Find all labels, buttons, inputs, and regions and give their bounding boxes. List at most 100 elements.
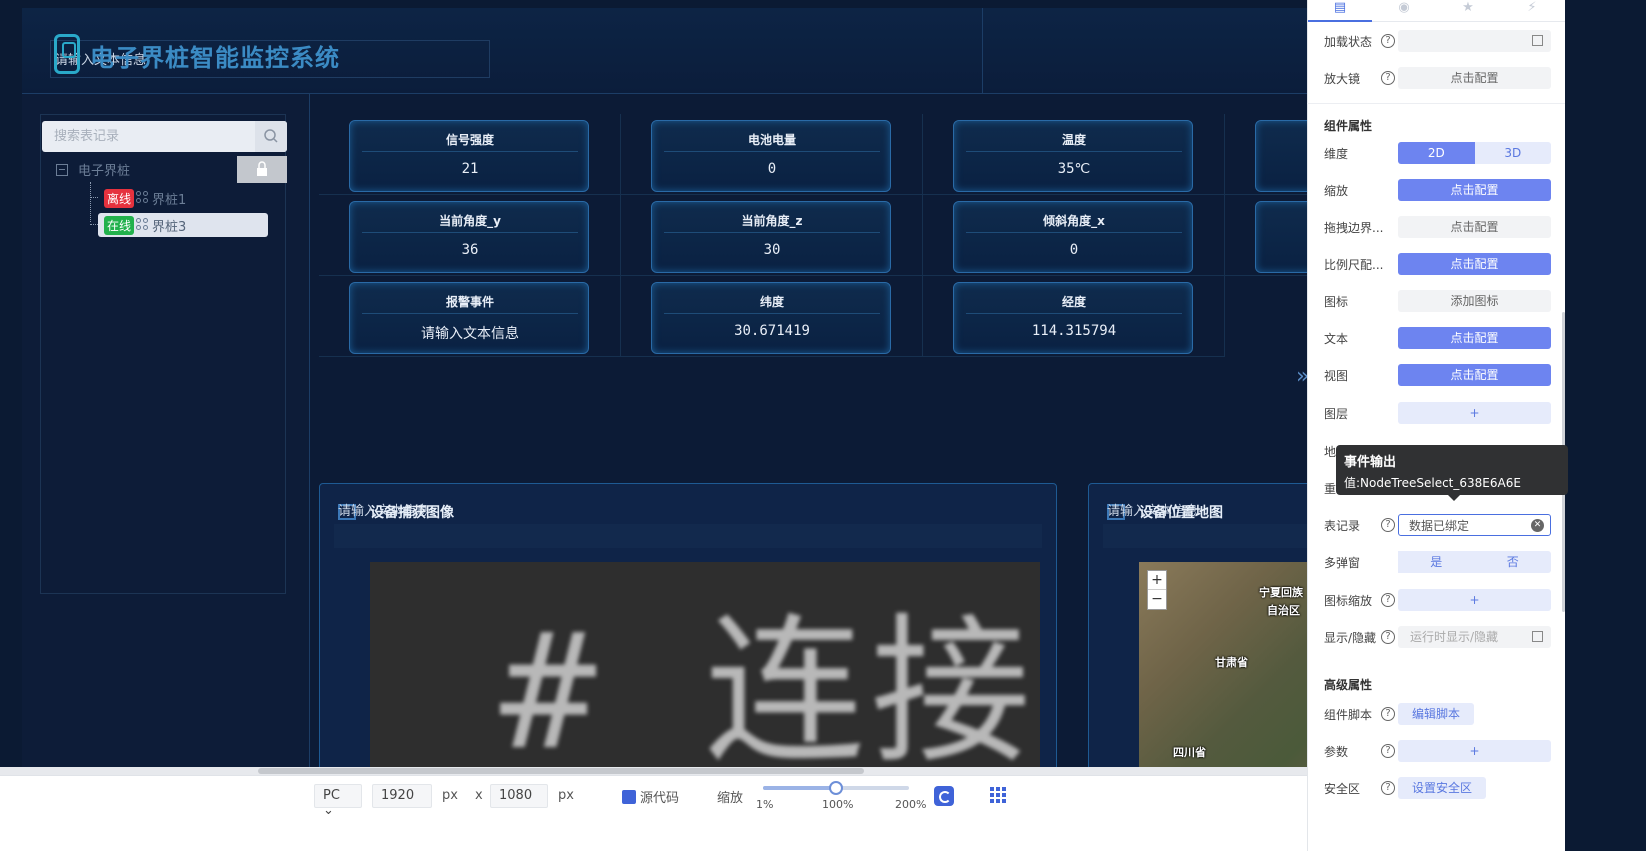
width-unit: px <box>442 788 458 803</box>
tree-item-boundary-3[interactable]: 在线 界桩3 <box>90 213 268 237</box>
help-icon[interactable]: ? <box>1381 71 1395 85</box>
multi-popup-no[interactable]: 否 <box>1474 551 1551 573</box>
tooltip-title: 事件输出 <box>1344 455 1397 470</box>
prop-label: 放大镜 <box>1324 72 1361 86</box>
left-tree-pane: 电子界桩 离线 界桩1 在线 界桩3 <box>22 94 310 808</box>
metric-card[interactable]: 温度 35℃ <box>953 120 1193 192</box>
metric-card[interactable]: 当前角度_z 30 <box>651 201 891 273</box>
metric-value: 30.671419 <box>734 323 810 339</box>
zoom-slider[interactable] <box>763 781 909 795</box>
clear-icon[interactable]: ✕ <box>1531 519 1544 532</box>
help-icon[interactable]: ? <box>1381 744 1395 758</box>
panel-header-bar <box>334 524 1042 548</box>
magnifier-config-button[interactable]: 点击配置 <box>1398 67 1551 89</box>
tab-style[interactable]: ◉ <box>1372 0 1436 22</box>
device-select[interactable]: PC ⌄ <box>314 784 362 818</box>
capture-image-panel: 请输入文本信息 设备捕获图像 # 连接到 <box>319 483 1057 808</box>
metric-cell: 当前角度_y 36 <box>319 195 621 276</box>
prop-safe-zone: 安全区? 设置安全区 <box>1324 777 1552 801</box>
scrollbar-thumb[interactable] <box>258 768 864 774</box>
set-safe-zone-button[interactable]: 设置安全区 <box>1398 777 1486 799</box>
zoom-out-button[interactable]: − <box>1148 590 1166 609</box>
canvas-horizontal-scrollbar[interactable] <box>0 767 1372 775</box>
multi-popup-toggle: 是否 <box>1398 551 1551 573</box>
properties-tabs: ▤ ◉ ★ ⚡ <box>1308 0 1565 22</box>
search-icon <box>264 129 278 143</box>
prop-label: 显示/隐藏 <box>1324 631 1377 645</box>
tree-item-boundary-1[interactable]: 离线 界桩1 <box>90 186 186 210</box>
width-input[interactable]: 1920 <box>372 784 432 808</box>
scale-config-button[interactable]: 点击配置 <box>1398 253 1551 275</box>
record-binding-input[interactable]: 数据已绑定 ✕ <box>1398 514 1551 536</box>
help-icon[interactable]: ? <box>1381 518 1395 532</box>
metric-card[interactable]: 经度 114.315794 <box>953 282 1193 354</box>
zoom-slider-fill <box>763 786 836 790</box>
prop-label: 安全区 <box>1324 782 1361 796</box>
prop-label: 组件脚本 <box>1324 708 1373 722</box>
visibility-input[interactable]: 运行时显示/隐藏 <box>1398 626 1551 648</box>
source-code-button[interactable]: 源代码 <box>622 787 679 806</box>
zoom-in-button[interactable]: + <box>1148 571 1166 590</box>
add-layer-button[interactable]: + <box>1398 402 1551 424</box>
prop-icon-zoom: 图标缩放? + <box>1324 589 1552 613</box>
map-region-label: 自治区 <box>1267 604 1300 617</box>
metric-value: 36 <box>461 242 479 258</box>
metric-label: 温度 <box>1061 133 1086 147</box>
add-param-button[interactable]: + <box>1398 740 1551 762</box>
help-icon[interactable]: ? <box>1381 630 1395 644</box>
tree-root-node[interactable]: 电子界桩 <box>56 160 130 179</box>
drag-boundary-config-button[interactable]: 点击配置 <box>1398 216 1551 238</box>
prop-loading-state: 加载状态? <box>1324 30 1552 54</box>
prop-view: 视图 点击配置 <box>1324 364 1552 388</box>
tab-events[interactable]: ⚡ <box>1500 0 1564 22</box>
metric-cell: 报警事件 请输入文本信息 <box>319 276 621 357</box>
map-region-label: 四川省 <box>1173 746 1206 759</box>
map-zoom-control: + − <box>1147 570 1167 610</box>
add-icon-zoom-button[interactable]: + <box>1398 589 1551 611</box>
zoom-slider-handle[interactable] <box>829 781 843 795</box>
metric-card[interactable]: 报警事件 请输入文本信息 <box>349 282 589 354</box>
prop-label: 图标 <box>1324 295 1349 309</box>
section-advanced-props: 高级属性 <box>1324 678 1373 692</box>
metric-card[interactable]: 纬度 30.671419 <box>651 282 891 354</box>
loading-state-input[interactable] <box>1398 30 1551 52</box>
dimension-3d-option[interactable]: 3D <box>1474 142 1551 164</box>
metric-value: 0 <box>767 161 777 177</box>
lock-button[interactable] <box>237 156 287 183</box>
multi-popup-yes[interactable]: 是 <box>1398 551 1475 573</box>
tree-branch <box>90 197 98 198</box>
help-icon[interactable]: ? <box>1381 781 1395 795</box>
view-config-button[interactable]: 点击配置 <box>1398 364 1551 386</box>
prop-label: 表记录 <box>1324 519 1361 533</box>
prop-label: 比例尺配... <box>1324 258 1384 272</box>
metric-cell: 经度 114.315794 <box>923 276 1225 357</box>
text-config-button[interactable]: 点击配置 <box>1398 327 1551 349</box>
prop-label: 拖拽边界... <box>1324 221 1384 235</box>
metric-label: 当前角度_y <box>439 214 501 228</box>
tab-favorites[interactable]: ★ <box>1436 0 1500 22</box>
metric-card[interactable]: 电池电量 0 <box>651 120 891 192</box>
metric-label: 当前角度_z <box>741 214 803 228</box>
main-dashboard: 信号强度 21 电池电量 0 温度 35℃ 当前角度_y 36 当前角度_z 30 倾斜角… <box>311 94 1372 808</box>
height-input[interactable]: 1080 <box>490 784 548 808</box>
metric-card[interactable]: 当前角度_y 36 <box>349 201 589 273</box>
edit-script-button[interactable]: 编辑脚本 <box>1398 703 1474 725</box>
help-icon[interactable]: ? <box>1381 34 1395 48</box>
metric-label: 报警事件 <box>445 295 494 309</box>
tab-properties[interactable]: ▤ <box>1308 0 1372 22</box>
search-input[interactable] <box>42 121 255 152</box>
reset-zoom-icon[interactable] <box>934 786 954 806</box>
dimension-2d-option[interactable]: 2D <box>1398 142 1475 164</box>
metric-card[interactable]: 倾斜角度_x 0 <box>953 201 1193 273</box>
help-icon[interactable]: ? <box>1381 707 1395 721</box>
add-icon-button[interactable]: 添加图标 <box>1398 290 1551 312</box>
panel-title: 设备捕获图像 <box>370 505 454 521</box>
grid-icon[interactable] <box>990 787 1006 803</box>
help-icon[interactable]: ? <box>1381 593 1395 607</box>
prop-layer: 图层 + <box>1324 402 1552 426</box>
metric-card[interactable]: 信号强度 21 <box>349 120 589 192</box>
collapse-icon[interactable] <box>56 164 68 176</box>
search-button[interactable] <box>255 121 287 152</box>
zoom-config-button[interactable]: 点击配置 <box>1398 179 1551 201</box>
lock-icon <box>257 161 267 176</box>
